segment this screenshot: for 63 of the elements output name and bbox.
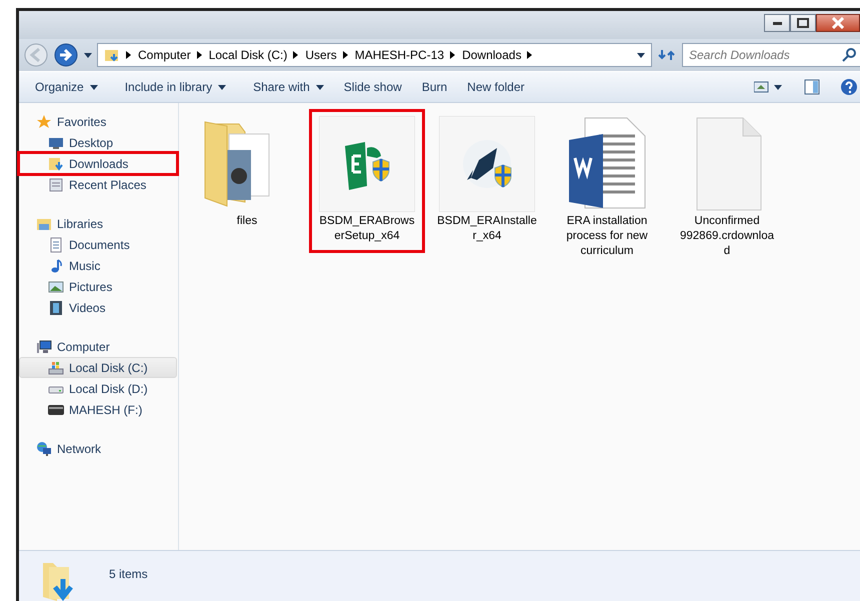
folder-download-icon [48, 156, 64, 172]
nav-item[interactable]: MAHESH (F:) [19, 399, 177, 420]
maximize-icon [797, 18, 809, 28]
nav-item[interactable]: Local Disk (C:) [19, 357, 177, 378]
close-icon [832, 17, 844, 29]
breadcrumb-item[interactable]: Local Disk (C:) [208, 46, 288, 64]
breadcrumb-item[interactable]: MAHESH-PC-13 [354, 46, 444, 64]
breadcrumb-item[interactable]: Downloads [462, 46, 522, 64]
address-bar[interactable]: Computer Local Disk (C:) Users MAHESH-PC-13 Downloads [97, 43, 652, 67]
toolbar-button[interactable]: Share with [245, 75, 332, 99]
file-item[interactable]: Unconfirmed 992869.crdownload [669, 109, 785, 268]
chevron-icon [342, 50, 349, 60]
toolbar-button[interactable]: Slide show [336, 75, 410, 99]
nav-group-header[interactable]: Computer [19, 336, 177, 357]
nav-item[interactable]: Pictures [19, 276, 177, 297]
folder-download-icon [104, 47, 120, 63]
nav-item[interactable]: Desktop [19, 132, 177, 153]
file-item[interactable]: BSDM_ERABrowserSetup_x64 [309, 109, 425, 253]
computer-icon [36, 338, 52, 354]
chevron-icon [196, 50, 203, 60]
minimize-icon [772, 22, 782, 24]
help-icon[interactable] [840, 78, 858, 96]
file-item[interactable]: BSDM_ERAInstaller_x64 [429, 109, 545, 253]
nav-item[interactable]: Local Disk (D:) [19, 378, 177, 399]
nav-group-header[interactable]: Libraries [19, 213, 177, 234]
preview-pane-icon[interactable] [804, 79, 820, 95]
file-item[interactable]: files [189, 109, 305, 238]
chevron-icon [527, 50, 534, 60]
star-icon [36, 114, 52, 130]
nav-group-header[interactable]: Network [19, 438, 177, 459]
chevron-icon [293, 50, 300, 60]
document-icon [48, 236, 64, 252]
breadcrumb-item[interactable]: Computer [138, 46, 191, 64]
search-field[interactable]: Search Downloads [682, 43, 860, 67]
rocket-icon [439, 116, 535, 212]
installer-icon [319, 116, 415, 212]
breadcrumb-item[interactable]: Users [305, 46, 337, 64]
toolbar-button[interactable]: Include in library [116, 75, 234, 99]
toolbar-button[interactable]: Burn [414, 75, 456, 99]
picture-icon [48, 278, 64, 294]
toolbar-button[interactable]: New folder [459, 75, 533, 99]
nav-group-header[interactable]: Favorites [19, 111, 177, 132]
network-icon [36, 440, 52, 456]
toolbar-button[interactable]: Organize [27, 75, 106, 99]
minimize-button[interactable] [764, 14, 790, 32]
forward-button[interactable] [53, 42, 79, 68]
recent-places-icon [48, 176, 64, 192]
nav-item[interactable]: Music [19, 255, 177, 276]
drive-icon [48, 360, 64, 376]
chevron-icon [126, 50, 132, 60]
maximize-button[interactable] [790, 14, 816, 32]
search-icon [842, 48, 856, 62]
film-icon [48, 300, 64, 316]
item-count: 5 items [109, 566, 148, 583]
nav-item[interactable]: Recent Places [19, 174, 177, 195]
nav-item[interactable]: Documents [19, 234, 177, 255]
chevron-icon [450, 50, 456, 60]
file-item[interactable]: ERA installation process for new curriculum [549, 109, 665, 268]
dropdown-arrow-icon[interactable] [637, 50, 645, 60]
view-options-icon[interactable] [754, 79, 784, 95]
close-button[interactable] [816, 14, 860, 32]
nav-item[interactable]: Videos [19, 297, 177, 318]
nav-item[interactable]: Downloads [19, 153, 177, 174]
